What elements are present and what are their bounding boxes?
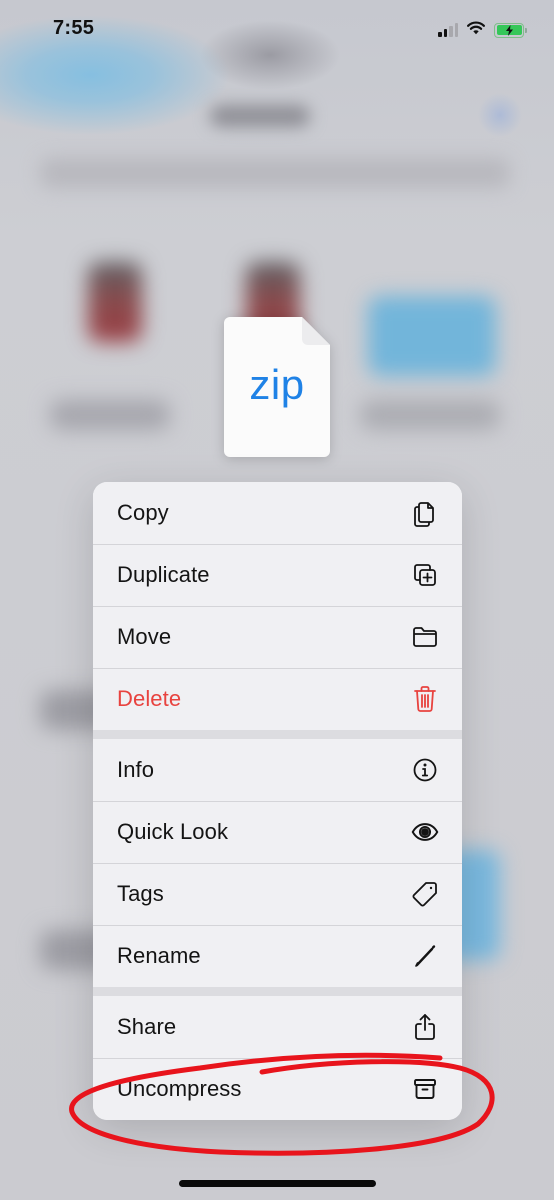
- info-icon: [411, 756, 439, 784]
- menu-group-separator: [93, 730, 462, 739]
- menu-item-copy[interactable]: Copy: [93, 482, 462, 544]
- menu-item-label: Move: [117, 624, 172, 649]
- tag-icon: [411, 880, 439, 908]
- menu-item-duplicate[interactable]: Duplicate: [93, 544, 462, 606]
- pencil-icon: [411, 942, 439, 970]
- context-menu: Copy Duplicate Move Delete Info Quick Lo…: [93, 482, 462, 1120]
- menu-item-label: Rename: [117, 943, 201, 968]
- menu-item-label: Share: [117, 1014, 177, 1039]
- archive-box-icon: [411, 1075, 439, 1103]
- menu-item-tags[interactable]: Tags: [93, 863, 462, 925]
- blurred-file-thumbnail: [88, 262, 142, 342]
- duplicate-icon: [411, 561, 439, 589]
- copy-icon: [411, 499, 439, 527]
- menu-item-label: Duplicate: [117, 562, 210, 587]
- menu-item-share[interactable]: Share: [93, 996, 462, 1058]
- status-time: 7:55: [53, 17, 95, 39]
- menu-group-separator: [93, 987, 462, 996]
- menu-item-label: Quick Look: [117, 819, 229, 844]
- cellular-signal-icon: [438, 23, 458, 37]
- file-extension-label: zip: [249, 361, 305, 408]
- menu-item-label: Tags: [117, 881, 164, 906]
- menu-item-label: Delete: [117, 686, 182, 711]
- home-indicator[interactable]: [179, 1180, 376, 1187]
- menu-item-label: Info: [117, 757, 155, 782]
- blurred-search-bar: [40, 158, 510, 188]
- menu-item-rename[interactable]: Rename: [93, 925, 462, 987]
- folder-icon: [411, 623, 439, 651]
- zip-file-preview[interactable]: zip: [224, 317, 330, 457]
- menu-item-info[interactable]: Info: [93, 739, 462, 801]
- status-bar: 7:55: [0, 0, 554, 60]
- battery-charging-icon: [494, 22, 527, 38]
- blurred-file-label: [50, 400, 170, 430]
- wifi-icon: [466, 20, 486, 40]
- blurred-file-label: [360, 400, 500, 430]
- share-icon: [411, 1013, 439, 1041]
- trash-icon: [411, 685, 439, 713]
- menu-item-label: Copy: [117, 500, 169, 525]
- menu-item-delete[interactable]: Delete: [93, 668, 462, 730]
- blurred-folder-icon: [368, 296, 496, 376]
- menu-item-label: Uncompress: [117, 1076, 242, 1101]
- menu-item-move[interactable]: Move: [93, 606, 462, 668]
- status-icons: [438, 20, 527, 40]
- blurred-nav-title: [210, 105, 310, 127]
- menu-item-uncompress[interactable]: Uncompress: [93, 1058, 462, 1120]
- menu-item-quick-look[interactable]: Quick Look: [93, 801, 462, 863]
- eye-icon: [411, 818, 439, 846]
